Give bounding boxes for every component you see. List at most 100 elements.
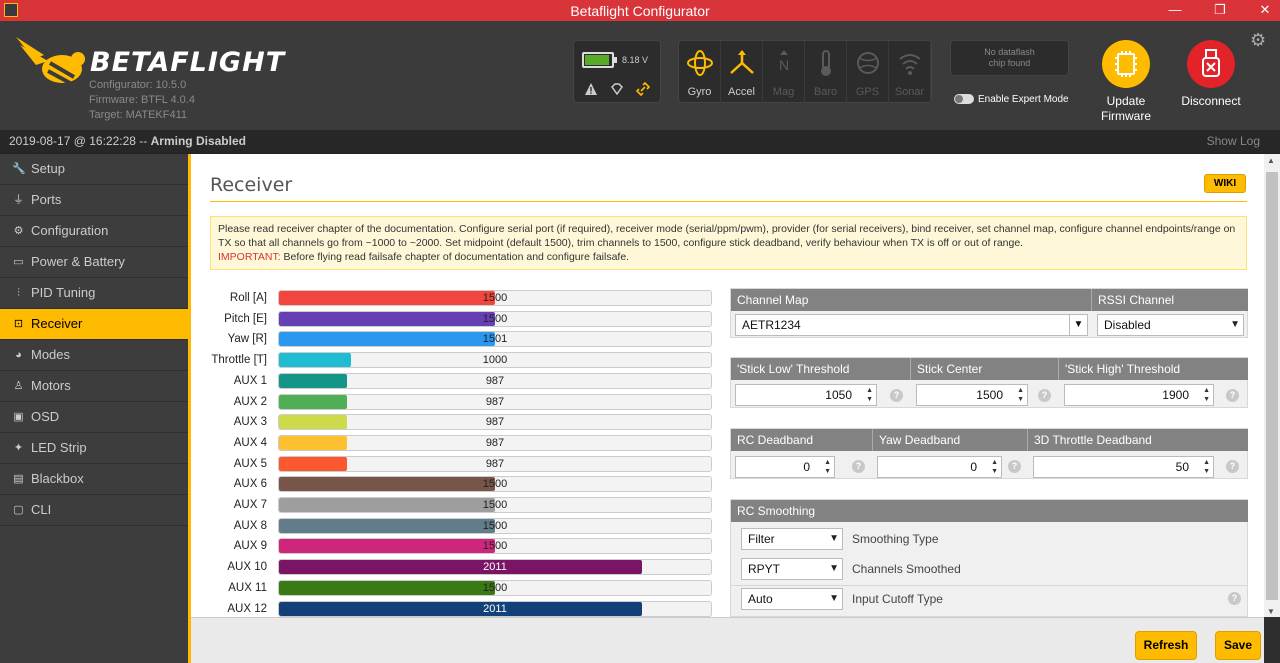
channel-row: AUX 2 987 [191,393,716,413]
wiki-button[interactable]: WIKI [1204,174,1246,193]
help-icon[interactable]: ? [1226,389,1239,402]
notice-text: Please read receiver chapter of the docu… [218,223,1236,249]
chevron-down-icon: ▼ [1069,315,1087,335]
sidebar-item-led-strip[interactable]: ✦ LED Strip [0,433,188,464]
link-icon [636,82,650,96]
sidebar-item-motors[interactable]: ♙ Motors [0,371,188,402]
notice-important: IMPORTANT: [218,251,281,263]
svg-text:N: N [779,57,789,73]
sidebar-item-label: PID Tuning [31,285,96,300]
throttle-deadband-input[interactable]: 50 ▲ ▼ [1033,456,1214,478]
stick-high-input[interactable]: 1900 ▲ ▼ [1064,384,1214,406]
stick-high-header: 'Stick High' Threshold [1059,358,1248,380]
channel-bar: 987 [278,434,712,451]
wrench-icon: 🔧 [12,163,26,175]
scrollbar-thumb[interactable] [1266,172,1278,600]
help-icon[interactable]: ? [1228,592,1241,605]
channel-value: 1500 [482,292,508,304]
channel-name: AUX 2 [233,395,267,408]
spinner-icon[interactable]: ▲ ▼ [866,386,873,404]
channel-name: Roll [A] [229,292,267,304]
sidebar-item-osd[interactable]: ▣ OSD [0,402,188,433]
channel-value: 2011 [483,602,507,615]
show-log-link[interactable]: Show Log [1207,130,1260,152]
sidebar-item-power-battery[interactable]: ▭ Power & Battery [0,247,188,278]
cutoff-type-select[interactable]: Auto ▼ [741,588,843,610]
baro-icon [821,50,831,76]
refresh-button[interactable]: Refresh [1135,631,1197,660]
settings-gear-icon[interactable]: ⚙ [1250,30,1266,51]
channel-name: AUX 12 [227,602,267,615]
scroll-down-icon[interactable]: ▼ [1267,607,1275,616]
battery-panel: 8.18 V [573,40,661,103]
divider [731,585,1248,586]
sidebar-item-label: Blackbox [31,471,84,486]
channel-map-header: Channel Map [731,289,1092,311]
channel-bar: 1500 [278,310,712,327]
spinner-icon[interactable]: ▲ ▼ [1017,386,1024,404]
rssi-channel-select[interactable]: Disabled ▼ [1097,314,1244,336]
channel-row: AUX 9 1500 [191,538,716,557]
modes-icon: ◕ [15,349,22,361]
help-icon[interactable]: ? [1226,460,1239,473]
status-separator: -- [135,134,151,148]
diamond-icon [611,83,623,96]
sidebar-item-configuration[interactable]: ⚙ Configuration [0,216,188,247]
stick-low-input[interactable]: 1050 ▲ ▼ [735,384,877,406]
sidebar-item-receiver[interactable]: ⊡ Receiver [0,309,188,340]
channel-value: 1500 [482,478,508,491]
channel-bar: 1500 [278,538,712,555]
channel-name: AUX 1 [233,374,267,387]
sensor-label: Sonar [894,86,925,98]
help-icon[interactable]: ? [1038,389,1051,402]
status-bar: 2019-08-17 @ 16:22:28 -- Arming Disabled… [0,130,1280,154]
channel-bars: Roll [A] 1500 Pitch [E] 1500 Yaw [R] 1501 Thro… [191,290,716,620]
channel-value: 1501 [482,333,508,346]
save-button[interactable]: Save [1215,631,1261,660]
stick-center-input[interactable]: 1500 ▲ ▼ [916,384,1028,406]
notice-important-text: Before flying read failsafe chapter of d… [280,251,630,263]
sidebar-item-modes[interactable]: ◕ Modes [0,340,188,371]
channel-row: AUX 6 1500 [191,476,716,495]
help-icon[interactable]: ? [852,460,865,473]
channel-map-input[interactable]: AETR1234 ▼ [735,314,1088,336]
stick-center-header: Stick Center [911,358,1059,380]
gear-icon: ⚙ [13,225,24,237]
spinner-icon[interactable]: ▲ ▼ [991,458,998,476]
channels-smoothed-select[interactable]: RPYT ▼ [741,558,843,580]
spinner-icon[interactable]: ▲ ▼ [1203,386,1210,404]
update-firmware-button[interactable]: Update Firmware [1086,40,1166,124]
sidebar-item-ports[interactable]: ⏚ Ports [0,185,188,216]
spinner-icon[interactable]: ▲ ▼ [824,458,831,476]
sidebar-item-blackbox[interactable]: ▤ Blackbox [0,464,188,495]
smoothing-type-label: Smoothing Type [852,532,939,546]
accel-icon [730,50,754,74]
smoothing-type-select[interactable]: Filter ▼ [741,528,843,550]
disconnect-label: Disconnect [1181,94,1241,108]
scrollbar[interactable]: ▲ ▼ [1264,154,1280,617]
close-button[interactable]: ✕ [1250,0,1280,21]
sensor-gps: GPS [847,41,889,104]
channel-value: 1500 [482,540,508,553]
channel-map-value: AETR1234 [742,318,801,332]
arming-status: Arming Disabled [150,134,246,148]
yaw-deadband-input[interactable]: 0 ▲ ▼ [877,456,1002,478]
sidebar-item-pid-tuning[interactable]: ⫶ PID Tuning [0,278,188,309]
maximize-button[interactable]: ❐ [1205,0,1235,21]
brand-name: BETAFLIGHT [90,47,286,78]
expert-mode-toggle[interactable]: Enable Expert Mode [954,94,1069,105]
toggle-switch[interactable] [954,94,974,105]
channel-bar: 1500 [278,579,712,596]
minimize-button[interactable]: — [1160,0,1190,21]
help-icon[interactable]: ? [890,389,903,402]
sidebar-item-cli[interactable]: ▢ CLI [0,495,188,526]
scroll-up-icon[interactable]: ▲ [1267,156,1275,165]
help-icon[interactable]: ? [1008,460,1021,473]
disconnect-button[interactable]: Disconnect [1171,40,1251,109]
sensor-gyro: Gyro [679,41,721,104]
spinner-icon[interactable]: ▲ ▼ [1203,458,1210,476]
channel-bar: 1000 [278,352,712,369]
rc-deadband-input[interactable]: 0 ▲ ▼ [735,456,835,478]
sidebar-item-setup[interactable]: 🔧 Setup [0,154,188,185]
mag-icon: N [779,50,789,73]
